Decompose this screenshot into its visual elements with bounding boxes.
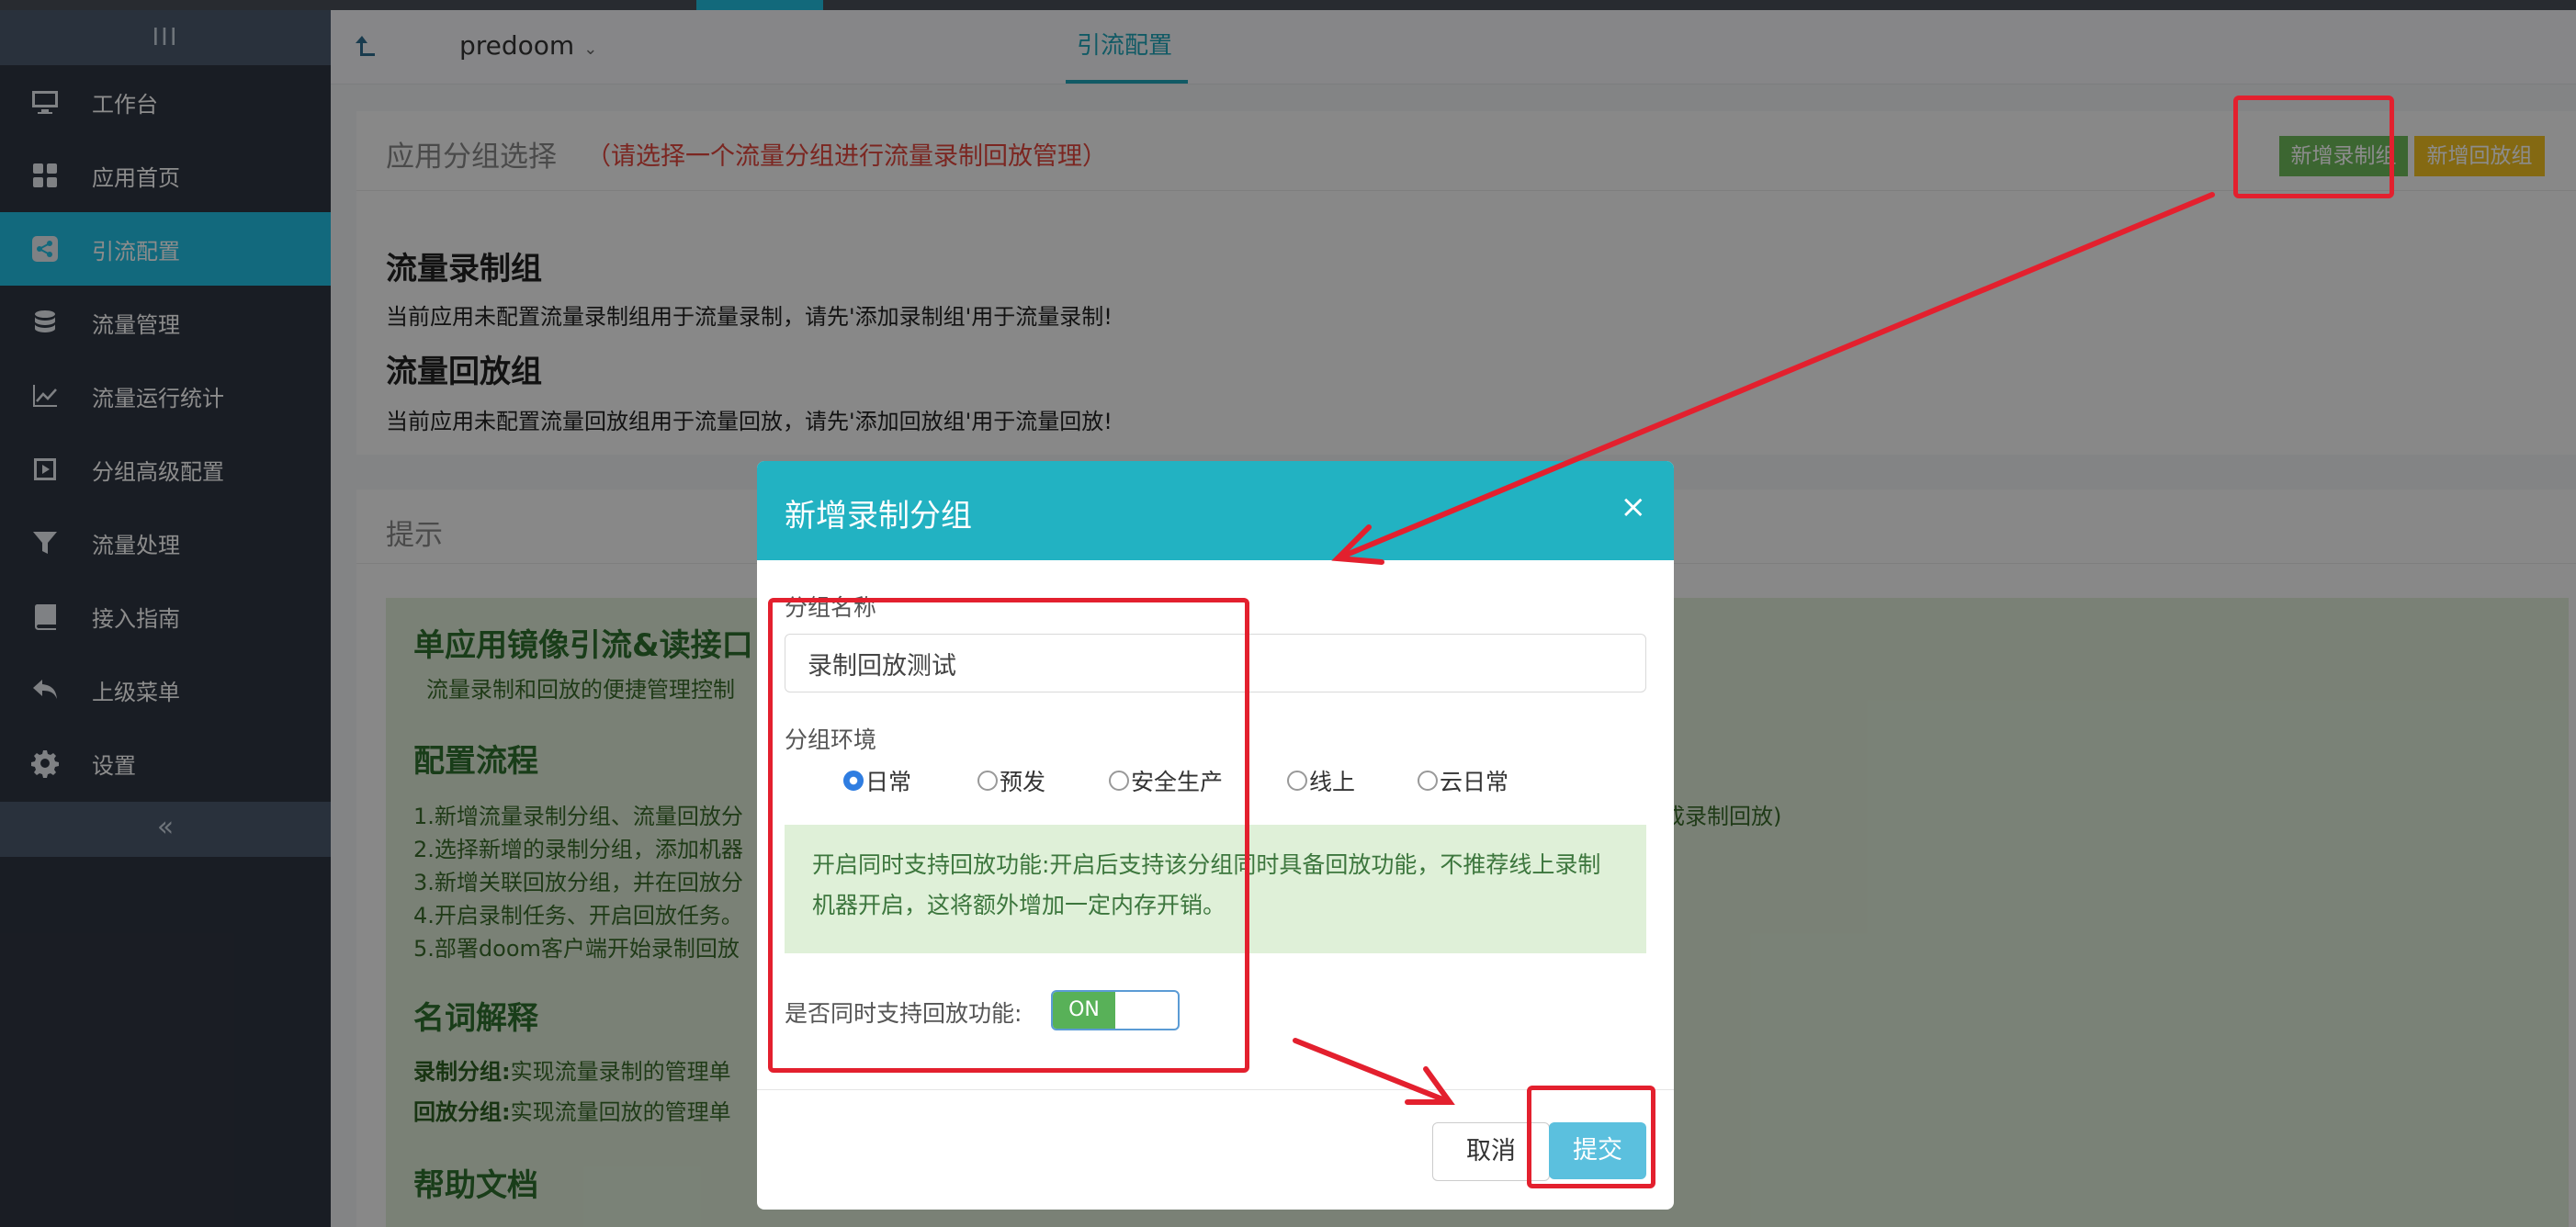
radio-label: 云日常 <box>1440 769 1509 795</box>
env-radio-cloud-daily[interactable]: 云日常 <box>1418 764 1508 797</box>
radio-dot <box>1418 771 1438 791</box>
annotation-box-form <box>768 598 1249 1073</box>
radio-label: 线上 <box>1309 769 1356 795</box>
radio-dot <box>1287 771 1307 791</box>
env-radio-online[interactable]: 线上 <box>1287 764 1355 797</box>
modal-header: 新增录制分组 × <box>757 461 1674 560</box>
annotation-box-submit <box>1527 1086 1655 1188</box>
annotation-box-add-record <box>2233 96 2394 198</box>
modal-title: 新增录制分组 <box>785 498 972 535</box>
close-icon[interactable]: × <box>1621 489 1647 525</box>
